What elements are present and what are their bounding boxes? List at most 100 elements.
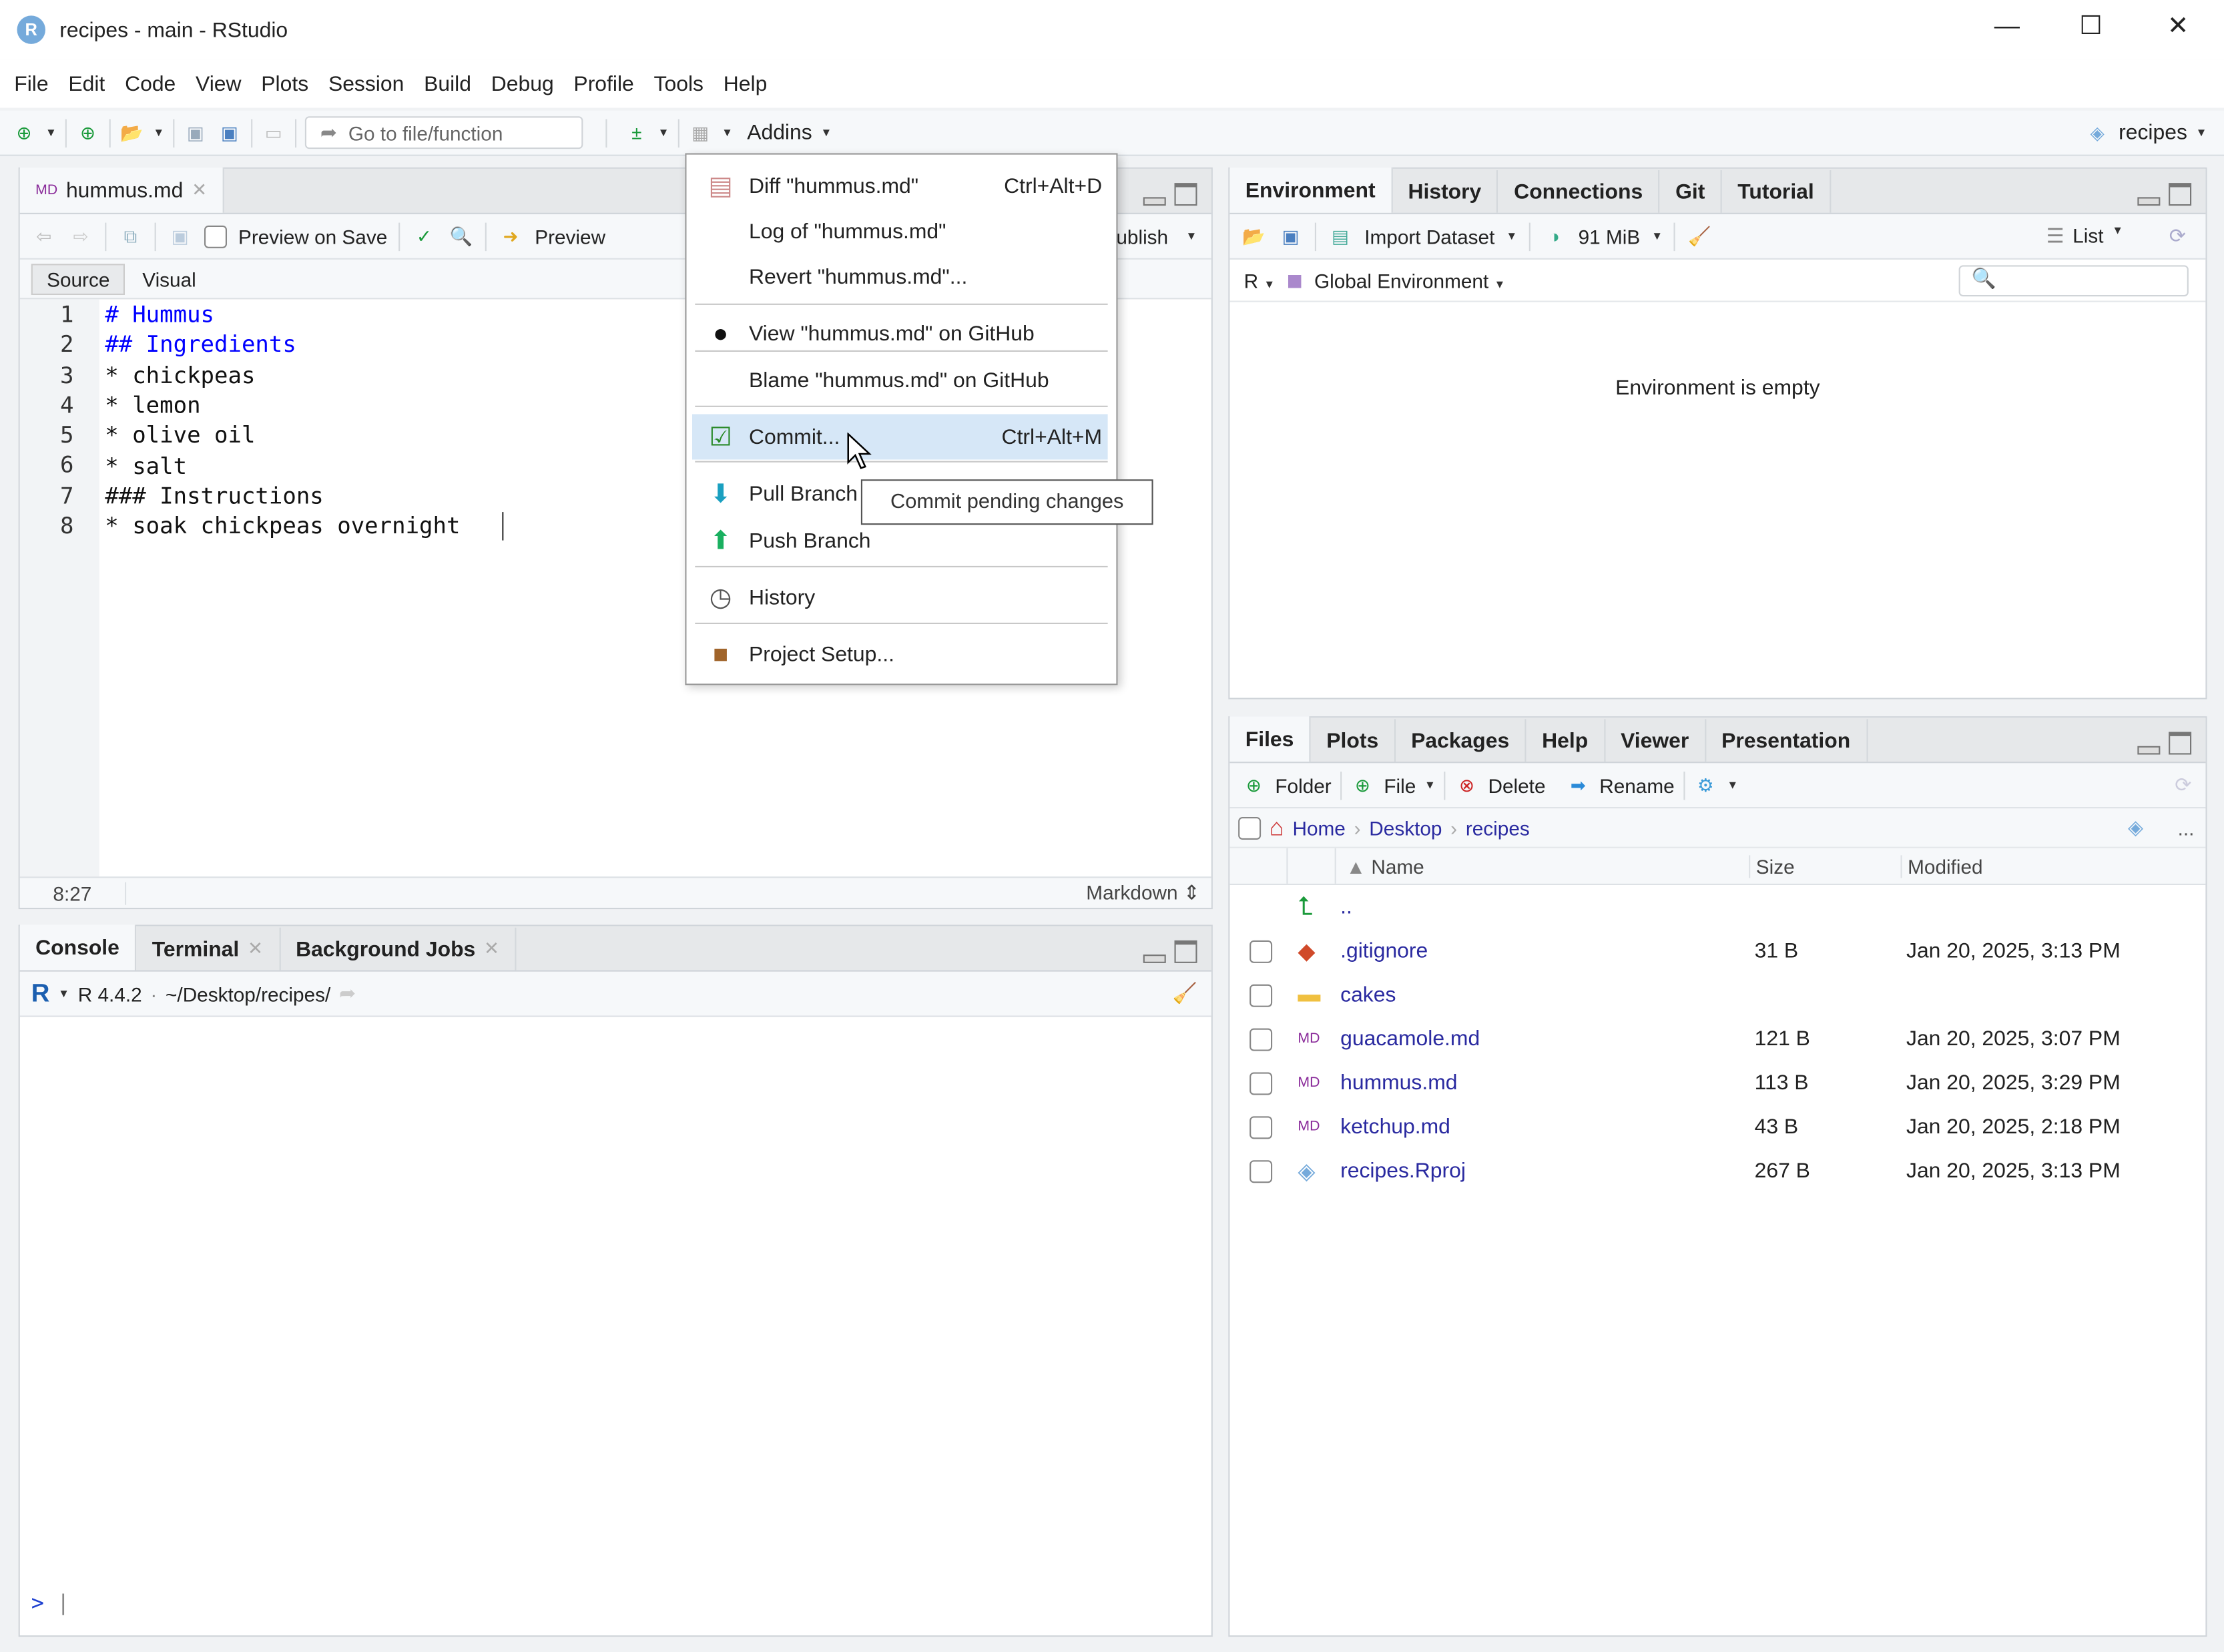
- maximize-pane-icon[interactable]: [1174, 940, 1197, 963]
- clear-console-icon[interactable]: 🧹: [1172, 982, 1197, 1006]
- menu-item-diff-hummus-md[interactable]: ▤ Diff "hummus.md" Ctrl+Alt+D: [692, 163, 1108, 208]
- maximize-button[interactable]: ☐: [2079, 11, 2102, 41]
- file-checkbox[interactable]: [1249, 1159, 1273, 1183]
- tab-files[interactable]: Files: [1229, 716, 1311, 762]
- parent-directory-row[interactable]: ⮤..: [1229, 885, 2205, 929]
- environment-search-input[interactable]: 🔍: [1958, 265, 2189, 297]
- refresh-icon[interactable]: ⟳: [2169, 224, 2186, 248]
- close-button[interactable]: ✕: [2167, 11, 2189, 41]
- new-file-button[interactable]: File: [1384, 774, 1416, 796]
- menu-plots[interactable]: Plots: [251, 71, 318, 95]
- file-row[interactable]: MD ketchup.md 43 B Jan 20, 2025, 2:18 PM: [1229, 1105, 2205, 1149]
- tab-terminal[interactable]: Terminal ✕: [136, 927, 280, 971]
- new-folder-button[interactable]: Folder: [1275, 774, 1331, 796]
- minimize-pane-icon[interactable]: [2137, 746, 2161, 755]
- open-file-icon[interactable]: 📂: [119, 120, 144, 146]
- file-name-link[interactable]: ketchup.md: [1340, 1115, 1450, 1139]
- file-name-link[interactable]: .gitignore: [1340, 939, 1428, 963]
- menu-edit[interactable]: Edit: [58, 71, 115, 95]
- menu-profile[interactable]: Profile: [564, 71, 644, 95]
- new-project-icon[interactable]: ⊕: [75, 120, 100, 146]
- save-workspace-icon[interactable]: ▣: [1278, 224, 1304, 249]
- goto-file-input[interactable]: ➦ Go to file/function: [304, 116, 583, 150]
- save-icon[interactable]: ▣: [183, 120, 208, 146]
- environment-scope-select[interactable]: Global Environment ▼: [1314, 269, 1505, 292]
- file-row[interactable]: ◆ .gitignore 31 B Jan 20, 2025, 3:13 PM: [1229, 929, 2205, 973]
- tab-packages[interactable]: Packages: [1396, 719, 1526, 762]
- minimize-button[interactable]: —: [1994, 11, 2020, 41]
- menu-debug[interactable]: Debug: [481, 71, 564, 95]
- menu-view[interactable]: View: [186, 71, 251, 95]
- forward-icon[interactable]: ⇨: [68, 224, 93, 249]
- show-in-window-icon[interactable]: ⧉: [117, 224, 143, 249]
- maximize-pane-icon[interactable]: [1174, 183, 1197, 206]
- tab-git[interactable]: Git: [1660, 170, 1722, 213]
- file-name-link[interactable]: guacamole.md: [1340, 1027, 1480, 1051]
- more-button[interactable]: ...: [2178, 816, 2195, 839]
- tab-tutorial[interactable]: Tutorial: [1722, 170, 1832, 213]
- refresh-icon[interactable]: ⟳: [2175, 773, 2191, 797]
- file-row[interactable]: ▬ cakes: [1229, 973, 2205, 1017]
- close-tab-icon[interactable]: ✕: [484, 938, 499, 960]
- delete-button[interactable]: Delete: [1488, 774, 1545, 796]
- preview-button[interactable]: Preview: [535, 225, 605, 248]
- file-checkbox[interactable]: [1249, 1071, 1273, 1095]
- file-name-link[interactable]: hummus.md: [1340, 1071, 1457, 1095]
- save-all-icon[interactable]: ▣: [217, 120, 242, 146]
- menu-item-revert-hummus-md[interactable]: Revert "hummus.md"...: [692, 254, 1108, 299]
- git-icon[interactable]: ±: [624, 120, 649, 146]
- select-all-checkbox[interactable]: [1238, 816, 1262, 839]
- close-tab-icon[interactable]: ✕: [192, 179, 207, 202]
- file-checkbox[interactable]: [1249, 983, 1273, 1007]
- breadcrumb-desktop[interactable]: Desktop: [1369, 816, 1442, 839]
- menu-item-project-setup[interactable]: ■ Project Setup...: [692, 631, 1108, 677]
- file-row[interactable]: MD hummus.md 113 B Jan 20, 2025, 3:29 PM: [1229, 1061, 2205, 1105]
- menu-item-blame-hummus-md-on-github[interactable]: Blame "hummus.md" on GitHub: [692, 358, 1108, 403]
- project-menu[interactable]: ◈ recipes ▼: [2084, 120, 2207, 146]
- tab-presentation[interactable]: Presentation: [1706, 719, 1868, 762]
- breadcrumb-home[interactable]: Home: [1292, 816, 1345, 839]
- visual-mode-button[interactable]: Visual: [142, 268, 196, 290]
- menu-session[interactable]: Session: [318, 71, 414, 95]
- tab-connections[interactable]: Connections: [1498, 170, 1660, 213]
- pane-layout-icon[interactable]: ▦: [687, 120, 713, 146]
- file-row[interactable]: MD guacamole.md 121 B Jan 20, 2025, 3:07 PM: [1229, 1017, 2205, 1061]
- tab-history[interactable]: History: [1392, 170, 1498, 213]
- file-checkbox[interactable]: [1249, 1115, 1273, 1139]
- modified-column-header[interactable]: Modified: [1900, 854, 1983, 878]
- spellcheck-icon[interactable]: ✓: [411, 224, 437, 249]
- home-icon[interactable]: ⌂: [1270, 814, 1284, 842]
- memory-usage[interactable]: 91 MiB: [1579, 225, 1641, 248]
- publish-button[interactable]: ublish: [1116, 225, 1168, 248]
- breadcrumb-recipes[interactable]: recipes: [1466, 816, 1530, 839]
- minimize-pane-icon[interactable]: [1143, 197, 1166, 206]
- preview-on-save-checkbox[interactable]: [204, 224, 227, 248]
- language-select[interactable]: R ▼: [1244, 269, 1276, 292]
- print-icon[interactable]: ▭: [261, 120, 286, 146]
- size-column-header[interactable]: Size: [1749, 854, 1795, 878]
- file-name-link[interactable]: cakes: [1340, 983, 1396, 1007]
- clear-workspace-icon[interactable]: 🧹: [1687, 224, 1712, 249]
- menu-code[interactable]: Code: [115, 71, 186, 95]
- maximize-pane-icon[interactable]: [2169, 732, 2192, 755]
- search-icon[interactable]: 🔍: [449, 224, 474, 249]
- menu-tools[interactable]: Tools: [644, 71, 714, 95]
- file-checkbox[interactable]: [1249, 939, 1273, 962]
- addins-menu[interactable]: Addins: [747, 121, 812, 145]
- new-file-icon[interactable]: ⊕: [11, 120, 37, 146]
- source-mode-button[interactable]: Source: [31, 263, 125, 294]
- file-name-link[interactable]: recipes.Rproj: [1340, 1159, 1466, 1183]
- menu-item-log-of-hummus-md[interactable]: Log of "hummus.md": [692, 208, 1108, 254]
- close-tab-icon[interactable]: ✕: [248, 938, 263, 960]
- import-dataset-button[interactable]: Import Dataset: [1364, 225, 1494, 248]
- minimize-pane-icon[interactable]: [2137, 197, 2161, 206]
- tab-environment[interactable]: Environment: [1229, 167, 1393, 213]
- tab-console[interactable]: Console: [19, 924, 137, 971]
- menu-item-history[interactable]: ◷ History: [692, 575, 1108, 620]
- save-icon[interactable]: ▣: [168, 224, 193, 249]
- tab-viewer[interactable]: Viewer: [1605, 719, 1706, 762]
- view-mode-select[interactable]: ☰ List ▼: [2046, 224, 2123, 248]
- file-row[interactable]: ◈ recipes.Rproj 267 B Jan 20, 2025, 3:13 PM: [1229, 1149, 2205, 1193]
- menu-help[interactable]: Help: [714, 71, 777, 95]
- tab-background-jobs[interactable]: Background Jobs ✕: [280, 927, 517, 971]
